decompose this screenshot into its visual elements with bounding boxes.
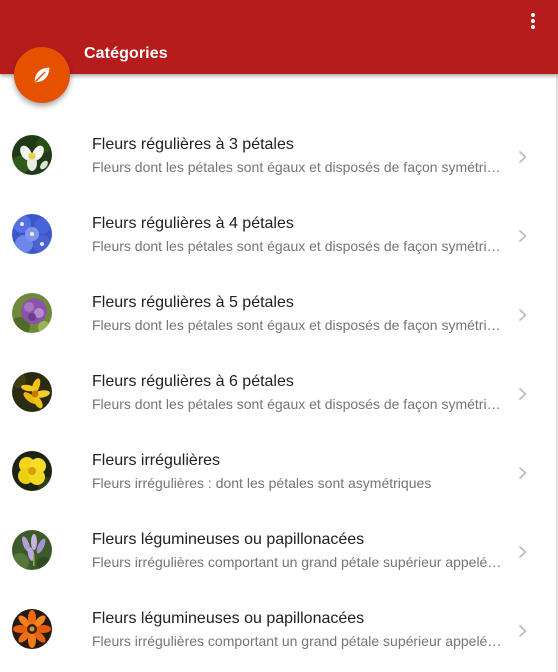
chevron-right-icon	[519, 151, 527, 163]
category-row[interactable]: Fleurs régulières à 5 pétales Fleurs don…	[0, 273, 558, 352]
yellow-star-flower-thumbnail	[12, 372, 52, 412]
category-subtitle: Fleurs dont les pétales sont égaux et di…	[92, 159, 504, 175]
chevron-right-icon	[519, 625, 527, 637]
category-subtitle: Fleurs dont les pétales sont égaux et di…	[92, 238, 504, 254]
category-title: Fleurs légumineuses ou papillonacées	[92, 531, 365, 548]
category-subtitle: Fleurs irrégulières : dont les pétales s…	[92, 475, 432, 491]
leaf-icon	[34, 67, 50, 83]
chevron-right-icon	[519, 388, 527, 400]
category-subtitle: Fleurs irrégulières comportant un grand …	[92, 633, 504, 649]
category-row[interactable]: Fleurs irrégulières Fleurs irrégulières …	[0, 431, 558, 510]
orange-flower-thumbnail	[12, 609, 52, 649]
flower-image	[12, 372, 52, 412]
flower-image	[12, 135, 52, 175]
category-subtitle: Fleurs dont les pétales sont égaux et di…	[92, 317, 504, 333]
leaf-fab-button[interactable]	[14, 47, 70, 103]
flower-image	[12, 293, 52, 333]
category-row[interactable]: Fleurs régulières à 6 pétales Fleurs don…	[0, 352, 558, 431]
app-screen: Catégories Fleurs régulières à 3 pétales…	[0, 0, 558, 672]
category-title: Fleurs régulières à 3 pétales	[92, 136, 294, 153]
flower-image	[12, 214, 52, 254]
more-vert-icon	[531, 13, 535, 29]
purple-flower-thumbnail	[12, 293, 52, 333]
app-bar: Catégories	[0, 0, 558, 74]
category-title: Fleurs irrégulières	[92, 452, 221, 469]
overflow-menu-button[interactable]	[522, 10, 544, 32]
flower-image	[12, 530, 52, 570]
flower-image	[12, 609, 52, 649]
chevron-right-icon	[519, 309, 527, 321]
category-row[interactable]: Fleurs légumineuses ou papillonacées Fle…	[0, 589, 558, 668]
chevron-right-icon	[519, 230, 527, 242]
chevron-right-icon	[519, 546, 527, 558]
flower-image	[12, 451, 52, 491]
category-row[interactable]: Fleurs régulières à 4 pétales Fleurs don…	[0, 194, 558, 273]
white-flower-thumbnail	[12, 135, 52, 175]
category-subtitle: Fleurs dont les pétales sont égaux et di…	[92, 396, 504, 412]
category-list: Fleurs régulières à 3 pétales Fleurs don…	[0, 115, 558, 668]
page-title: Catégories	[84, 45, 168, 62]
category-title: Fleurs légumineuses ou papillonacées	[92, 610, 365, 627]
category-title: Fleurs régulières à 6 pétales	[92, 373, 294, 390]
category-title: Fleurs régulières à 4 pétales	[92, 215, 294, 232]
category-row[interactable]: Fleurs régulières à 3 pétales Fleurs don…	[0, 115, 558, 194]
chevron-right-icon	[519, 467, 527, 479]
blue-flower-thumbnail	[12, 214, 52, 254]
lilac-flower-thumbnail	[12, 530, 52, 570]
category-subtitle: Fleurs irrégulières comportant un grand …	[92, 554, 504, 570]
yellow-flower-thumbnail	[12, 451, 52, 491]
category-title: Fleurs régulières à 5 pétales	[92, 294, 294, 311]
category-row[interactable]: Fleurs légumineuses ou papillonacées Fle…	[0, 510, 558, 589]
